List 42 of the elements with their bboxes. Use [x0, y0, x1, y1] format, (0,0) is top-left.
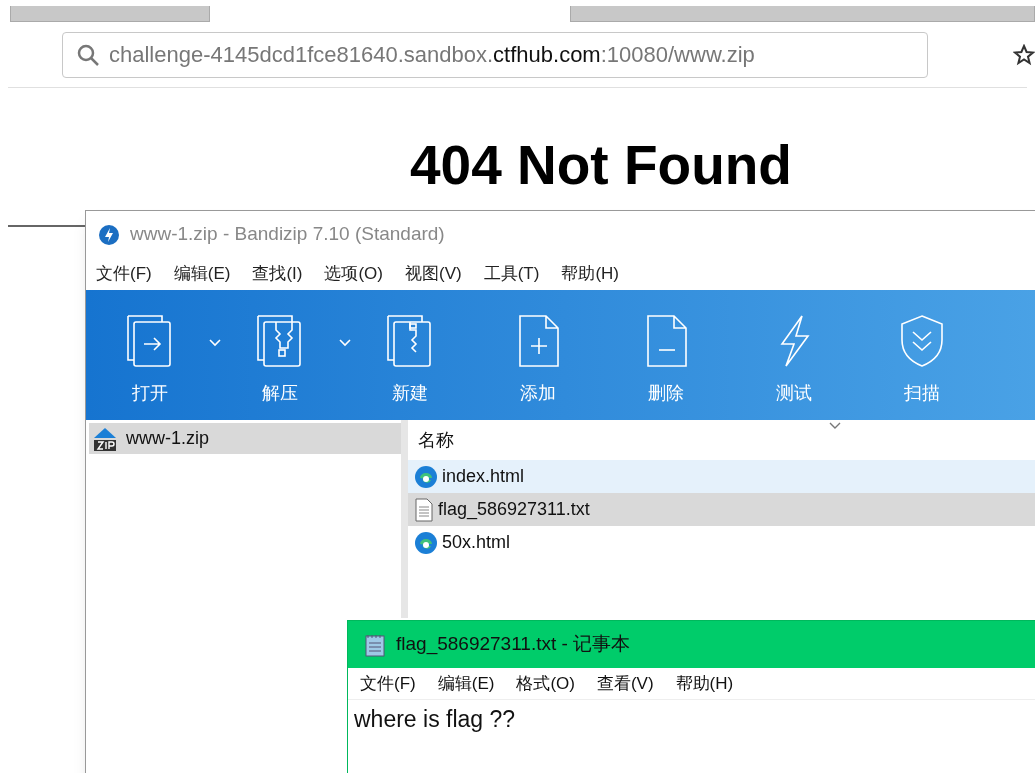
text-content[interactable]: where is flag ??: [348, 700, 1035, 737]
url-text: challenge-4145dcd1fce81640.sandbox.ctfhub.com:10080/www.zip: [109, 41, 755, 69]
menu-item[interactable]: 帮助(H): [561, 261, 619, 287]
window-title: flag_586927311.txt - 记事本: [396, 632, 631, 657]
address-bar[interactable]: challenge-4145dcd1fce81640.sandbox.ctfhub.com:10080/www.zip: [62, 31, 928, 78]
toolbar-item[interactable]: 添加: [494, 312, 622, 407]
file-row[interactable]: 50x.html: [408, 526, 1035, 559]
menu-item[interactable]: 文件(F): [360, 670, 416, 697]
window-title: www-1.zip - Bandizip 7.10 (Standard): [130, 222, 445, 247]
toolbar-item[interactable]: 解压: [236, 312, 366, 407]
zip-file-icon: [92, 425, 118, 452]
menu-item[interactable]: 编辑(E): [437, 670, 495, 697]
toolbar-item[interactable]: 打开: [106, 312, 236, 407]
browser-file-icon: [414, 464, 438, 489]
menu-item[interactable]: 帮助(H): [675, 670, 734, 697]
toolbar-button[interactable]: 打开: [106, 312, 194, 407]
text-file-icon: [414, 497, 434, 522]
menu-item[interactable]: 工具(T): [483, 261, 540, 287]
sort-caret-icon: [828, 422, 842, 430]
menu-item[interactable]: 文件(F): [96, 261, 152, 287]
menu-item[interactable]: 查找(I): [252, 261, 303, 287]
bookmark-star-icon[interactable]: [1013, 43, 1035, 66]
dropdown-caret-icon[interactable]: [338, 338, 352, 347]
menu-item[interactable]: 视图(V): [405, 261, 462, 287]
column-header[interactable]: 名称: [408, 420, 1035, 460]
menu-item[interactable]: 编辑(E): [173, 261, 231, 287]
browser-file-icon: [414, 530, 438, 555]
toolbar-button[interactable]: 新建: [366, 312, 454, 407]
menu-item[interactable]: 选项(O): [324, 261, 383, 287]
toolbar-button[interactable]: 添加: [494, 312, 582, 407]
search-icon: [77, 43, 99, 66]
menu-item[interactable]: 查看(V): [596, 670, 654, 697]
page-heading: 404 Not Found: [410, 133, 792, 198]
toolbar-item[interactable]: 新建: [366, 312, 494, 407]
menu-item[interactable]: 格式(O): [516, 670, 575, 697]
file-row[interactable]: flag_586927311.txt: [408, 493, 1035, 526]
tree-item[interactable]: www-1.zip: [89, 423, 401, 454]
app-logo-icon: [98, 223, 120, 246]
toolbar-button[interactable]: 解压: [236, 312, 324, 407]
file-row[interactable]: index.html: [408, 460, 1035, 493]
notepad-icon: [364, 632, 386, 657]
dropdown-caret-icon[interactable]: [208, 338, 222, 347]
